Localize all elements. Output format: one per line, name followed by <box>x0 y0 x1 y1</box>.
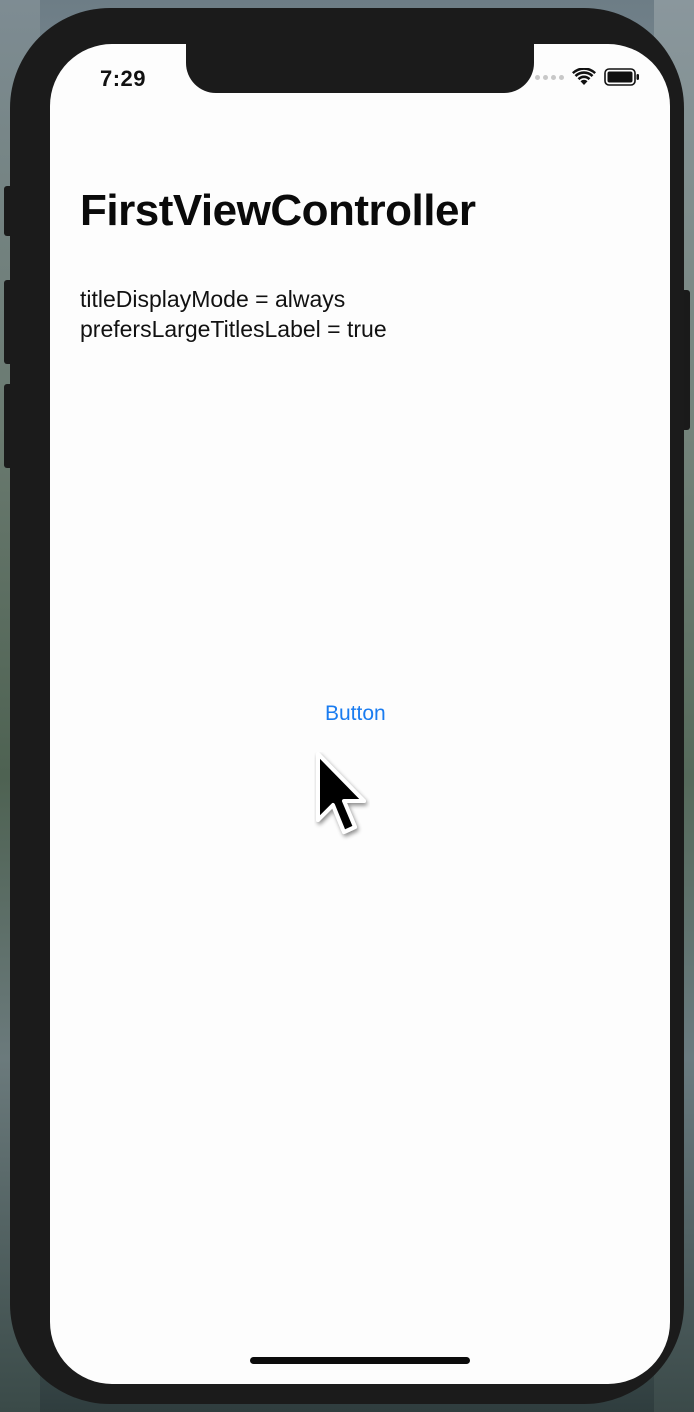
device-frame: 7:29 FirstViewController titleDisplayMod… <box>10 8 684 1404</box>
simulator-screen: 7:29 FirstViewController titleDisplayMod… <box>50 44 670 1384</box>
status-bar-indicators <box>535 68 640 86</box>
device-notch <box>186 44 534 93</box>
wifi-icon <box>572 68 596 86</box>
status-bar-time: 7:29 <box>100 66 147 91</box>
battery-icon <box>604 68 640 86</box>
home-indicator[interactable] <box>250 1357 470 1364</box>
cellular-signal-icon <box>535 74 564 80</box>
title-display-mode-label: titleDisplayMode = always <box>80 286 346 312</box>
mouse-cursor-icon <box>314 752 370 847</box>
navigation-large-title: FirstViewController <box>80 186 476 235</box>
prefers-large-titles-label: prefersLargeTitlesLabel = true <box>80 316 387 342</box>
center-button[interactable]: Button <box>325 702 386 726</box>
